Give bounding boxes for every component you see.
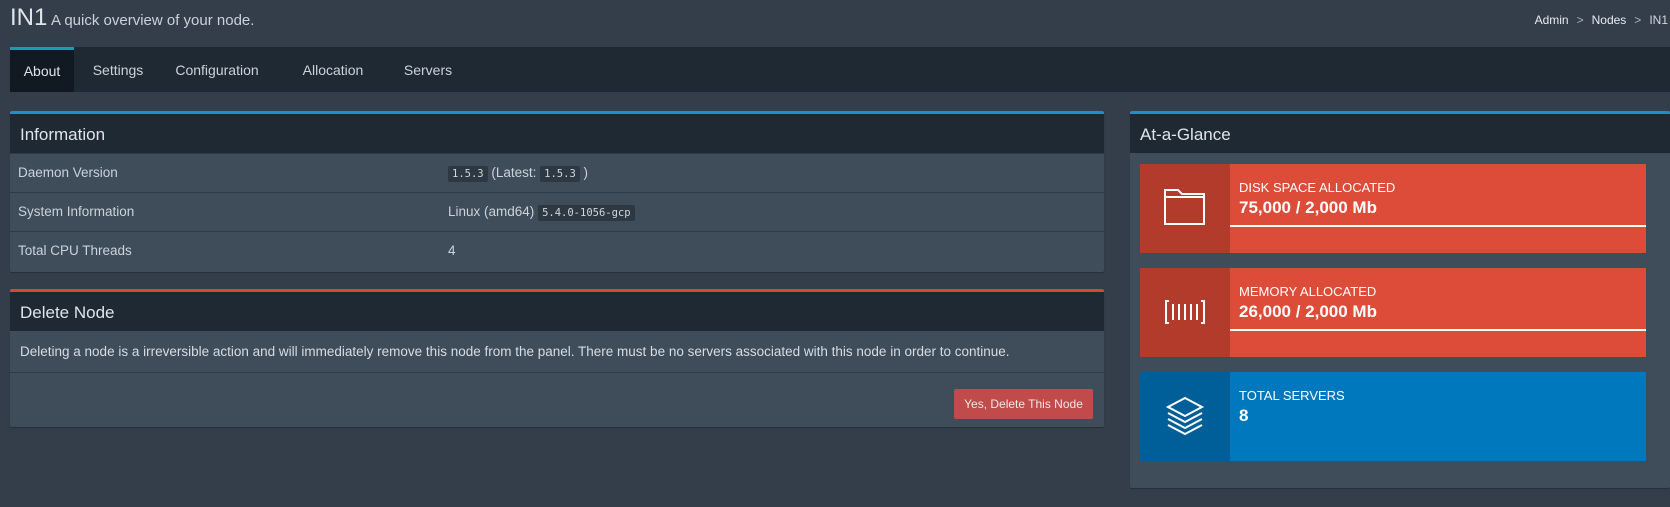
total-servers-value: 8 xyxy=(1239,406,1249,425)
disk-space-value: 75,000 / 2,000 Mb xyxy=(1239,198,1377,217)
memory-label: MEMORY ALLOCATED xyxy=(1239,284,1377,299)
latest-suffix: ) xyxy=(583,165,589,180)
breadcrumb-nodes[interactable]: Nodes xyxy=(1592,13,1627,27)
delete-node-description: Deleting a node is a irreversible action… xyxy=(10,331,1104,373)
total-servers-stat: TOTAL SERVERS 8 xyxy=(1140,372,1646,461)
breadcrumb-current: IN1 xyxy=(1649,13,1668,27)
info-row-daemon-version: Daemon Version 1.5.3 (Latest: 1.5.3 ) xyxy=(10,153,1104,192)
memory-icon xyxy=(1140,268,1230,357)
memory-value: 26,000 / 2,000 Mb xyxy=(1239,302,1377,321)
disk-space-stat: DISK SPACE ALLOCATED 75,000 / 2,000 Mb xyxy=(1140,164,1646,253)
latest-version-code: 1.5.3 xyxy=(540,166,580,182)
breadcrumb-separator: > xyxy=(1634,13,1642,27)
info-row-system-information: System Information Linux (amd64) 5.4.0-1… xyxy=(10,192,1104,231)
page-header: IN1 A quick overview of your node. Admin… xyxy=(10,4,1670,40)
system-information-value: Linux (amd64) 5.4.0-1056-gcp xyxy=(448,204,635,221)
cpu-threads-value: 4 xyxy=(448,243,456,258)
tab-configuration[interactable]: Configuration xyxy=(165,47,269,92)
latest-prefix: (Latest: xyxy=(491,165,541,180)
node-tabs: About Settings Configuration Allocation … xyxy=(10,47,1670,92)
daemon-version-code: 1.5.3 xyxy=(448,166,488,182)
breadcrumb: Admin > Nodes > IN1 xyxy=(1535,13,1668,27)
information-title: Information xyxy=(10,114,1104,153)
tab-settings[interactable]: Settings xyxy=(89,47,147,92)
disk-space-label: DISK SPACE ALLOCATED xyxy=(1239,180,1396,195)
breadcrumb-separator: > xyxy=(1576,13,1584,27)
at-a-glance-title: At-a-Glance xyxy=(1130,114,1670,153)
tab-servers[interactable]: Servers xyxy=(397,47,459,92)
memory-progress xyxy=(1230,329,1646,331)
layers-icon xyxy=(1140,372,1230,461)
info-label: System Information xyxy=(18,204,135,219)
at-a-glance-box: At-a-Glance DISK SPACE ALLOCATED 75,000 … xyxy=(1130,111,1670,488)
system-os-text: Linux (amd64) xyxy=(448,204,535,219)
tab-allocation[interactable]: Allocation xyxy=(297,47,369,92)
information-box: Information Daemon Version 1.5.3 (Latest… xyxy=(10,111,1104,272)
disk-space-progress xyxy=(1230,225,1646,227)
delete-node-box: Delete Node Deleting a node is a irrever… xyxy=(10,289,1104,427)
delete-node-title: Delete Node xyxy=(10,292,1104,331)
page-title: IN1 xyxy=(10,4,48,31)
tab-about[interactable]: About xyxy=(10,47,74,92)
page-subtitle: A quick overview of your node. xyxy=(51,12,255,29)
daemon-version-value: 1.5.3 (Latest: 1.5.3 ) xyxy=(448,165,589,182)
breadcrumb-admin[interactable]: Admin xyxy=(1535,13,1569,27)
delete-node-button[interactable]: Yes, Delete This Node xyxy=(954,389,1093,419)
info-label: Daemon Version xyxy=(18,165,118,180)
total-servers-label: TOTAL SERVERS xyxy=(1239,388,1345,403)
memory-stat: MEMORY ALLOCATED 26,000 / 2,000 Mb xyxy=(1140,268,1646,357)
folder-icon xyxy=(1140,164,1230,253)
kernel-version-code: 5.4.0-1056-gcp xyxy=(538,205,635,221)
info-row-cpu-threads: Total CPU Threads 4 xyxy=(10,231,1104,270)
info-label: Total CPU Threads xyxy=(18,243,132,258)
